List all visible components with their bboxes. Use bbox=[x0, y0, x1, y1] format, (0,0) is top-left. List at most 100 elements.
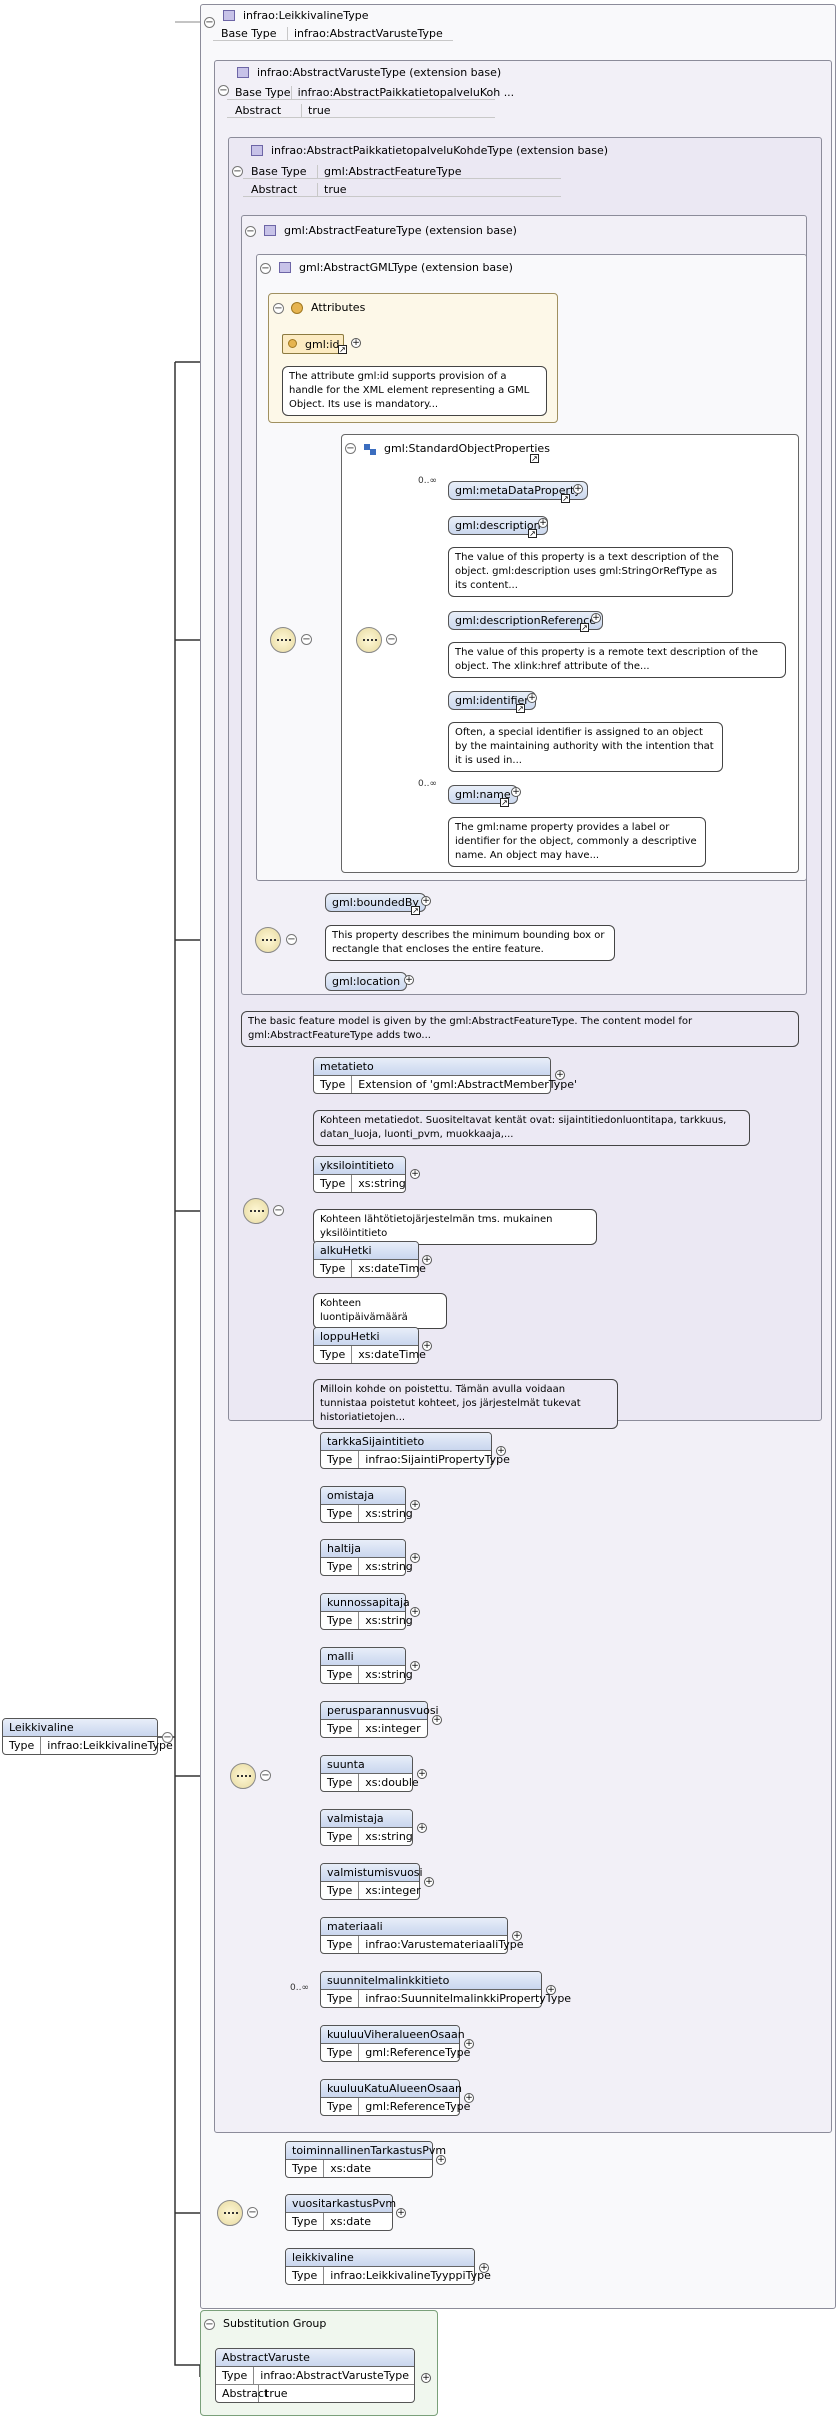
base-type-row: Base Type infrao:AbstractVarusteType bbox=[213, 27, 453, 41]
element-malli[interactable]: malli Type xs:string bbox=[320, 1647, 413, 1684]
attribute-icon bbox=[288, 339, 297, 348]
element-valmistumisvuosi[interactable]: valmistumisvuosi Type xs:integer bbox=[320, 1863, 423, 1900]
expand-plus-icon[interactable]: + bbox=[417, 1769, 427, 1779]
group-title: gml:StandardObjectProperties bbox=[384, 442, 550, 455]
collapse-toggle[interactable]: − bbox=[232, 166, 243, 177]
annotation: Milloin kohde on poistettu. Tämän avulla… bbox=[313, 1379, 618, 1429]
substitution-group-box: − Substitution Group AbstractVaruste Typ… bbox=[200, 2310, 438, 2416]
element-metatieto[interactable]: metatieto Type Extension of 'gml:Abstract… bbox=[313, 1057, 577, 1094]
sequence-icon bbox=[270, 627, 296, 653]
element-omistaja[interactable]: omistaja Type xs:string bbox=[320, 1486, 413, 1523]
external-link-icon: ↗ bbox=[530, 454, 539, 463]
sequence-icon bbox=[217, 2200, 243, 2226]
attribute-group-icon bbox=[291, 302, 303, 314]
element-leikkivaline[interactable]: leikkivaline Type infrao:LeikkivalineTyyp… bbox=[285, 2248, 491, 2285]
element-perusparannusvuosi[interactable]: perusparannusvuosi Type xs:integer bbox=[320, 1701, 439, 1738]
collapse-toggle[interactable]: − bbox=[260, 263, 271, 274]
external-link-icon: ↗ bbox=[528, 529, 537, 538]
expand-plus-icon[interactable]: + bbox=[436, 2155, 446, 2165]
element-tarkkasijaintitieto[interactable]: tarkkaSijaintitieto Type infrao:SijaintiPr… bbox=[320, 1432, 510, 1469]
expand-plus-icon[interactable]: + bbox=[424, 1877, 434, 1887]
collapse-toggle[interactable]: − bbox=[345, 443, 356, 454]
expand-plus-icon[interactable]: + bbox=[404, 975, 414, 985]
collapse-toggle[interactable]: − bbox=[204, 2319, 215, 2330]
element-haltija[interactable]: haltija Type xs:string bbox=[320, 1539, 413, 1576]
expand-plus-icon[interactable]: + bbox=[410, 1607, 420, 1617]
collapse-toggle[interactable]: − bbox=[286, 934, 297, 945]
annotation: The attribute gml:id supports provision … bbox=[282, 366, 547, 416]
substitution-group-title: Substitution Group bbox=[223, 2317, 327, 2330]
external-link-icon: ↗ bbox=[580, 623, 589, 632]
expand-plus-icon[interactable]: + bbox=[422, 1255, 432, 1265]
expand-plus-icon[interactable]: + bbox=[422, 1341, 432, 1351]
element-kuuluuviheralueenosaan[interactable]: kuuluuViheralueenOsaan Type gml:ReferenceT… bbox=[320, 2025, 470, 2062]
expand-plus-icon[interactable]: + bbox=[511, 787, 521, 797]
sequence-icon bbox=[255, 927, 281, 953]
annotation: The value of this property is a text des… bbox=[448, 547, 733, 597]
element-alkuhetki[interactable]: alkuHetki Type xs:dateTime bbox=[313, 1241, 426, 1278]
extension-title: infrao:AbstractVarusteType (extension ba… bbox=[237, 66, 501, 79]
expand-plus-icon[interactable]: + bbox=[464, 2039, 474, 2049]
expand-plus-icon[interactable]: + bbox=[410, 1553, 420, 1563]
expand-plus-icon[interactable]: + bbox=[512, 1931, 522, 1941]
complex-type-icon bbox=[237, 67, 249, 78]
expand-plus-icon[interactable]: + bbox=[396, 2208, 406, 2218]
expand-plus-icon[interactable]: + bbox=[546, 1985, 556, 1995]
complex-type-title: infrao:LeikkivalineType bbox=[223, 9, 369, 22]
expand-plus-icon[interactable]: + bbox=[555, 1070, 565, 1080]
element-valmistaja[interactable]: valmistaja Type xs:string bbox=[320, 1809, 413, 1846]
element-vuositarkastuspvm[interactable]: vuositarkastusPvm Type xs:date bbox=[285, 2194, 396, 2231]
expand-plus-icon[interactable]: + bbox=[538, 518, 548, 528]
multiplicity: 0..∞ bbox=[418, 779, 437, 789]
complex-type-icon bbox=[251, 145, 263, 156]
expand-plus-icon[interactable]: + bbox=[410, 1500, 420, 1510]
collapse-toggle[interactable]: − bbox=[247, 2207, 258, 2218]
element-yksilointitieto[interactable]: yksilointitieto Type xs:string bbox=[313, 1156, 406, 1193]
expand-plus-icon[interactable]: + bbox=[527, 693, 537, 703]
element-kuuluukatualueenosaan[interactable]: kuuluuKatuAlueenOsaan Type gml:ReferenceTy… bbox=[320, 2079, 470, 2116]
attribute-gml-id[interactable]: gml:id bbox=[282, 334, 344, 354]
extension-title: infrao:AbstractPaikkatietopalveluKohdeTy… bbox=[251, 144, 608, 157]
root-element-leikkivaline[interactable]: Leikkivaline Type infrao:LeikkivalineType bbox=[2, 1718, 173, 1755]
expand-plus-icon[interactable]: + bbox=[410, 1169, 420, 1179]
expand-plus-icon[interactable]: + bbox=[421, 2373, 431, 2383]
base-type-row: Base Type infrao:AbstractPaikkatietopalv… bbox=[227, 86, 514, 100]
base-type-row: Base Type gml:AbstractFeatureType bbox=[243, 165, 561, 179]
element-kunnossapitaja[interactable]: kunnossapitaja Type xs:string bbox=[320, 1593, 413, 1630]
collapse-toggle[interactable]: − bbox=[260, 1770, 271, 1781]
expand-plus-icon[interactable]: + bbox=[351, 338, 361, 348]
expand-plus-icon[interactable]: + bbox=[421, 896, 431, 906]
external-link-icon: ↗ bbox=[561, 494, 570, 503]
collapse-toggle[interactable]: − bbox=[386, 634, 397, 645]
annotation: Kohteen lähtötietojärjestelmän tms. muka… bbox=[313, 1209, 597, 1245]
collapse-toggle[interactable]: − bbox=[301, 634, 312, 645]
expand-plus-icon[interactable]: + bbox=[591, 613, 601, 623]
collapse-toggle[interactable]: − bbox=[245, 226, 256, 237]
external-link-icon: ↗ bbox=[516, 704, 525, 713]
element-suunnitelmalinkkitieto[interactable]: suunnitelmalinkkitieto Type infrao:Suunnit… bbox=[320, 1971, 571, 2008]
collapse-toggle[interactable]: − bbox=[273, 1205, 284, 1216]
element-toiminnallinentarkastuspvm[interactable]: toiminnallinenTarkastusPvm Type xs:date bbox=[285, 2141, 446, 2178]
collapse-toggle[interactable]: − bbox=[162, 1732, 173, 1743]
annotation: Kohteen luontipäivämäärä bbox=[313, 1293, 447, 1329]
element-loppuhetki[interactable]: loppuHetki Type xs:dateTime bbox=[313, 1327, 426, 1364]
external-link-icon: ↗ bbox=[500, 798, 509, 807]
element-suunta[interactable]: suunta Type xs:double bbox=[320, 1755, 419, 1792]
element-location[interactable]: gml:location bbox=[325, 972, 408, 991]
expand-plus-icon[interactable]: + bbox=[496, 1446, 506, 1456]
collapse-toggle[interactable]: − bbox=[273, 303, 284, 314]
external-link-icon: ↗ bbox=[338, 345, 347, 354]
sequence-icon bbox=[230, 1763, 256, 1789]
expand-plus-icon[interactable]: + bbox=[573, 484, 583, 494]
annotation: The basic feature model is given by the … bbox=[241, 1011, 799, 1047]
sequence-icon bbox=[243, 1198, 269, 1224]
expand-plus-icon[interactable]: + bbox=[432, 1715, 442, 1725]
extension-title: gml:AbstractGMLType (extension base) bbox=[279, 261, 513, 274]
element-abstractvaruste[interactable]: AbstractVaruste Type infrao:AbstractVarus… bbox=[215, 2348, 415, 2403]
expand-plus-icon[interactable]: + bbox=[479, 2263, 489, 2273]
element-materiaali[interactable]: materiaali Type infrao:VarustemateriaaliTy… bbox=[320, 1917, 524, 1954]
expand-plus-icon[interactable]: + bbox=[410, 1661, 420, 1671]
expand-plus-icon[interactable]: + bbox=[417, 1823, 427, 1833]
annotation: The gml:name property provides a label o… bbox=[448, 817, 706, 867]
expand-plus-icon[interactable]: + bbox=[464, 2093, 474, 2103]
